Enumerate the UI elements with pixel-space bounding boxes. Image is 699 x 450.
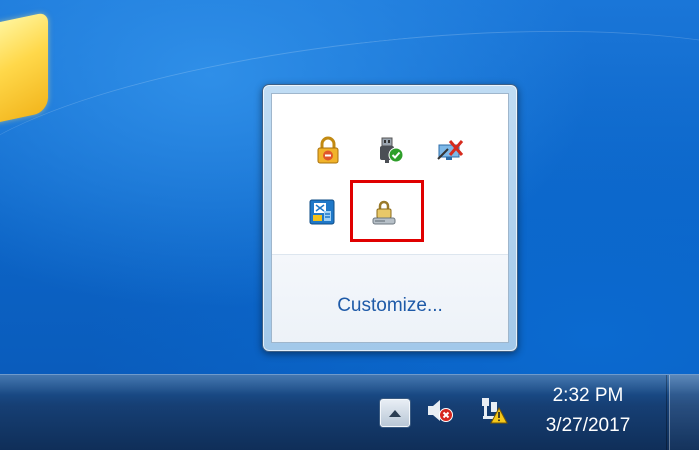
notification-area-overflow-popup: Customize... bbox=[262, 84, 518, 352]
usb-safely-remove-icon[interactable] bbox=[376, 136, 404, 164]
highlight-selection-box bbox=[350, 180, 424, 242]
overflow-icon-grid bbox=[272, 94, 508, 254]
show-hidden-icons-button[interactable] bbox=[380, 399, 410, 427]
windows-logo-fragment bbox=[0, 11, 48, 125]
network-disconnected-icon[interactable] bbox=[436, 136, 464, 164]
volume-muted-icon[interactable] bbox=[424, 395, 456, 427]
up-arrow-icon bbox=[389, 410, 401, 417]
clock-time: 2:32 PM bbox=[552, 385, 624, 406]
blue-app-icon[interactable] bbox=[308, 198, 336, 226]
taskbar-divider bbox=[666, 375, 667, 450]
overflow-popup-panel: Customize... bbox=[271, 93, 509, 343]
network-warning-icon[interactable] bbox=[478, 395, 510, 427]
show-desktop-button[interactable] bbox=[669, 375, 699, 450]
security-lock-icon[interactable] bbox=[314, 136, 342, 164]
taskbar: 2:32 PM 3/27/2017 bbox=[0, 374, 699, 450]
clock-date: 3/27/2017 bbox=[545, 415, 631, 436]
desktop-background: Customize... bbox=[0, 0, 699, 374]
system-clock[interactable]: 2:32 PM 3/27/2017 bbox=[528, 381, 648, 441]
popup-footer: Customize... bbox=[272, 255, 508, 342]
customize-link[interactable]: Customize... bbox=[272, 295, 508, 317]
